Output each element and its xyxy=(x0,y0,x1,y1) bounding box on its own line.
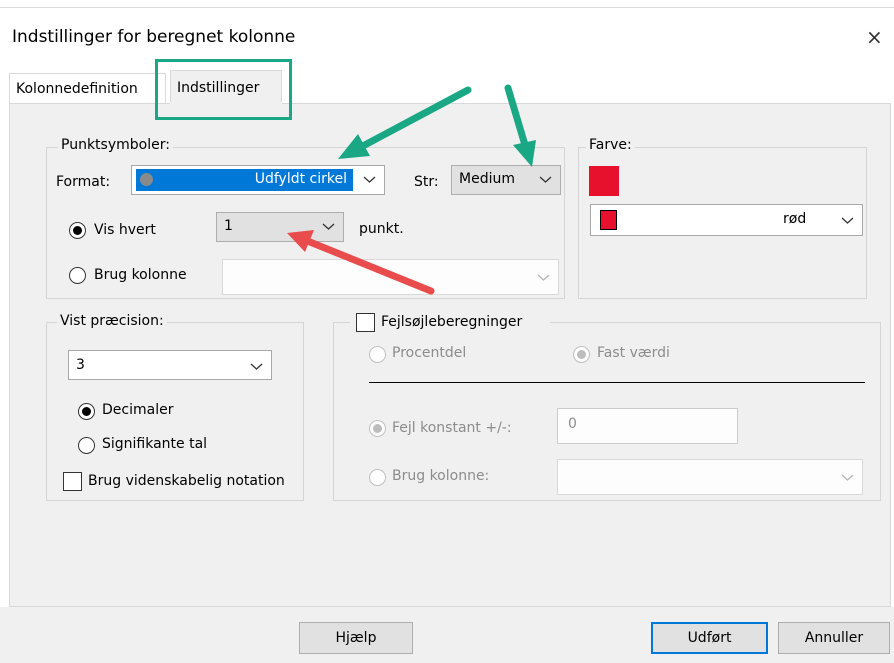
tab-label: Kolonnedefinition xyxy=(16,81,138,97)
precision-group-label: Vist præcision: xyxy=(57,313,167,329)
use-column-radio[interactable] xyxy=(69,267,86,284)
chevron-down-icon xyxy=(363,176,376,183)
precision-select[interactable]: 3 xyxy=(68,350,272,380)
error-use-column-label: Brug kolonne: xyxy=(392,468,490,484)
use-column-label: Brug kolonne xyxy=(94,267,187,283)
error-bars-label: Fejlsøjleberegninger xyxy=(381,314,523,330)
constant-label: Fejl konstant +/-: xyxy=(392,420,512,436)
chevron-down-icon xyxy=(539,176,552,183)
highlight-box xyxy=(155,59,292,120)
cancel-button[interactable]: Annuller xyxy=(778,622,890,654)
show-every-select[interactable]: 1 xyxy=(216,212,344,242)
constant-input[interactable]: 0 xyxy=(557,408,738,444)
window-top-edge xyxy=(0,0,894,8)
format-selection-highlight: Udfyldt cirkel xyxy=(136,169,353,191)
show-every-label: Vis hvert xyxy=(94,222,156,238)
format-label: Format: xyxy=(56,174,111,190)
format-select[interactable]: Udfyldt cirkel xyxy=(131,165,385,195)
chevron-down-icon xyxy=(322,223,335,230)
show-every-value: 1 xyxy=(224,218,233,234)
color-value: rød xyxy=(783,211,807,227)
help-button[interactable]: Hjælp xyxy=(299,622,413,654)
color-swatch-icon xyxy=(600,210,617,230)
separator-line xyxy=(369,382,865,383)
constant-radio[interactable] xyxy=(369,420,386,437)
significant-radio[interactable] xyxy=(78,437,95,454)
color-select[interactable]: rød xyxy=(590,204,863,236)
chevron-down-icon xyxy=(841,217,854,224)
chevron-down-icon xyxy=(537,274,550,281)
point-suffix-label: punkt. xyxy=(359,221,404,237)
precision-value: 3 xyxy=(76,357,85,373)
point-symbols-label: Punktsymboler: xyxy=(58,137,173,153)
error-use-column-select[interactable] xyxy=(557,459,863,495)
fixed-value-radio[interactable] xyxy=(573,346,590,363)
decimals-radio[interactable] xyxy=(78,403,95,420)
percent-label: Procentdel xyxy=(392,345,467,361)
scientific-notation-label: Brug videnskabelig notation xyxy=(88,473,285,489)
tab-kolonnedefinition[interactable]: Kolonnedefinition xyxy=(9,73,166,104)
format-value: Udfyldt cirkel xyxy=(254,171,347,187)
close-icon[interactable]: × xyxy=(866,25,883,49)
error-bars-checkbox[interactable] xyxy=(356,313,375,332)
filled-circle-icon xyxy=(140,173,153,186)
size-value: Medium xyxy=(459,171,515,187)
size-label: Str: xyxy=(414,174,439,190)
show-every-radio[interactable] xyxy=(69,222,86,239)
percent-radio[interactable] xyxy=(369,346,386,363)
error-use-column-radio[interactable] xyxy=(369,469,386,486)
chevron-down-icon xyxy=(841,474,854,481)
chevron-down-icon xyxy=(250,363,263,370)
size-select[interactable]: Medium xyxy=(451,165,561,195)
done-button[interactable]: Udført xyxy=(651,622,768,654)
color-group-label: Farve: xyxy=(586,137,635,153)
color-preview-swatch xyxy=(589,166,619,196)
decimals-label: Decimaler xyxy=(102,402,174,418)
significant-label: Signifikante tal xyxy=(102,436,208,452)
dialog-title: Indstillinger for beregnet kolonne xyxy=(12,27,296,47)
constant-value: 0 xyxy=(568,416,577,432)
scientific-notation-checkbox[interactable] xyxy=(63,472,82,491)
use-column-select[interactable] xyxy=(222,259,559,295)
fixed-value-label: Fast værdi xyxy=(597,345,670,361)
